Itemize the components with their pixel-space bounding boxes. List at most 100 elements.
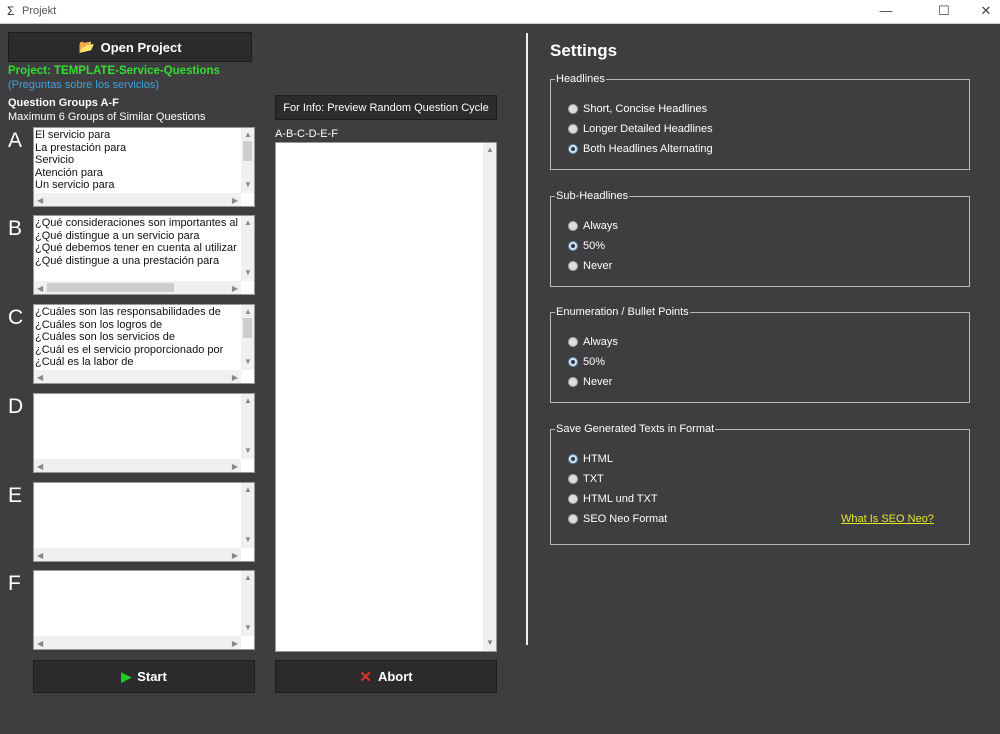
radio-icon[interactable] [568,474,578,484]
vertical-scrollbar[interactable]: ▲ ▼ [241,571,254,636]
preview-text [277,144,482,637]
vertical-scrollbar[interactable]: ▲ ▼ [241,394,254,459]
preview-cycle-button[interactable]: For Info: Preview Random Question Cycle [275,95,497,120]
radio-icon[interactable] [568,494,578,504]
radio-icon[interactable] [568,514,578,524]
question-line: ¿Qué distingue a un servicio para [35,229,200,242]
question-line: Un servicio para [35,179,115,192]
radio-option[interactable]: Never [568,376,612,388]
seo-neo-link[interactable]: What Is SEO Neo? [841,513,934,525]
radio-icon[interactable] [568,144,578,154]
radio-option[interactable]: Short, Concise Headlines [568,103,707,115]
horizontal-scrollbar[interactable]: ◀ ▶ [34,370,241,383]
radio-option[interactable]: TXT [568,473,604,485]
group-letter-e: E [8,484,23,507]
settings-group-1: Sub-Headlines Always 50% Never [550,190,970,287]
start-label: Start [137,669,167,684]
radio-label: Always [583,336,618,348]
lines: ¿Qué consideraciones son importantes al … [35,217,240,280]
radio-option[interactable]: Longer Detailed Headlines [568,123,713,135]
group-c-textarea[interactable]: ¿Cuáles son las responsabilidades de ¿Cuá… [33,304,255,384]
abort-button[interactable]: ✕ Abort [275,660,497,693]
group-legend: Headlines [556,73,605,85]
group-a-textarea[interactable]: El servicio para La prestación para Servic… [33,127,255,207]
settings-group-3: Save Generated Texts in Format HTML TXT HTM… [550,423,970,545]
vertical-scrollbar[interactable]: ▲ ▼ [241,483,254,548]
radio-icon[interactable] [568,241,578,251]
sigma-icon: Σ [7,4,15,18]
project-name: Project: TEMPLATE-Service-Questions [8,65,220,77]
horizontal-scrollbar[interactable]: ◀ ▶ [34,459,241,472]
settings-group-0: Headlines Short, Concise Headlines Longer … [550,73,970,170]
group-b-textarea[interactable]: ¿Qué consideraciones son importantes al … [33,215,255,295]
question-line: ¿Cuáles son los servicios de [35,331,176,344]
group-letter-a: A [8,129,23,152]
radio-icon[interactable] [568,357,578,367]
folder-icon: 📂 [78,39,95,54]
radio-icon[interactable] [568,221,578,231]
maximize-button[interactable]: ☐ [934,3,954,19]
groups-subheading: Maximum 6 Groups of Similar Questions [8,111,206,123]
radio-option[interactable]: HTML [568,453,613,465]
start-button[interactable]: ▶ Start [33,660,255,693]
vertical-scrollbar[interactable]: ▲ ▼ [241,216,254,281]
radio-icon[interactable] [568,261,578,271]
question-line: ¿Cuál es la labor de [35,356,134,369]
minimize-button[interactable]: — [876,3,896,18]
cycle-label: A-B-C-D-E-F [275,128,338,140]
preview-textarea[interactable]: ▲ ▼ [275,142,497,652]
group-letter-f: F [8,572,21,595]
open-project-label: Open Project [100,39,182,55]
radio-option[interactable]: Always [568,220,618,232]
close-button[interactable]: ✕ [976,3,996,19]
question-line: ¿Cuál es el servicio proporcionado por [35,343,224,356]
radio-option[interactable]: Never [568,260,612,272]
radio-icon[interactable] [568,124,578,134]
radio-label: HTML [583,453,613,465]
group-e-textarea[interactable]: ▲ ▼ ◀ ▶ [33,482,255,562]
question-line: ¿Cuáles son los logros de [35,318,163,331]
radio-label: Never [583,376,613,388]
vertical-scrollbar[interactable]: ▲ ▼ [241,128,254,193]
radio-icon[interactable] [568,454,578,464]
settings-title: Settings [550,41,618,60]
window-title: Projekt [22,5,57,17]
horizontal-scrollbar[interactable]: ◀ ▶ [34,636,241,649]
radio-label: Never [583,260,613,272]
radio-option[interactable]: HTML und TXT [568,493,658,505]
horizontal-scrollbar[interactable]: ◀ ▶ [34,281,241,294]
group-letter-b: B [8,217,23,240]
lines [35,572,240,635]
radio-icon[interactable] [568,337,578,347]
horizontal-scrollbar[interactable]: ◀ ▶ [34,548,241,561]
x-icon: ✕ [359,668,372,686]
radio-option[interactable]: 50% [568,356,605,368]
question-line: La prestación para [35,141,127,154]
groups-heading: Question Groups A-F [8,97,119,109]
group-legend: Enumeration / Bullet Points [556,306,689,318]
radio-label: Short, Concise Headlines [583,103,708,115]
lines: ¿Cuáles son las responsabilidades de ¿Cuá… [35,306,240,369]
title-bar: Σ Projekt — ☐ ✕ [0,0,1000,24]
project-subtitle: (Preguntas sobre los servicios) [8,79,160,91]
question-line: ¿Cuáles son las responsabilidades de [35,306,221,318]
radio-label: 50% [583,240,606,252]
question-line: Atención para [35,166,103,179]
lines: El servicio para La prestación para Servic… [35,129,240,192]
question-line: ¿Qué debemos tener en cuenta al utilizar… [35,242,240,255]
radio-option[interactable]: Always [568,336,618,348]
radio-icon[interactable] [568,377,578,387]
group-f-textarea[interactable]: ▲ ▼ ◀ ▶ [33,570,255,650]
abort-label: Abort [377,669,413,684]
group-d-textarea[interactable]: ▲ ▼ ◀ ▶ [33,393,255,473]
vertical-scrollbar[interactable]: ▲ ▼ [241,305,254,370]
question-line: Servicio [35,154,75,167]
horizontal-scrollbar[interactable]: ◀ ▶ [34,193,241,206]
open-project-button[interactable]: 📂 Open Project [8,32,252,62]
radio-option[interactable]: 50% [568,240,605,252]
group-legend: Save Generated Texts in Format [556,423,715,435]
vertical-scrollbar[interactable]: ▲ ▼ [483,143,496,651]
radio-icon[interactable] [568,104,578,114]
radio-option[interactable]: SEO Neo Format [568,513,667,525]
radio-option[interactable]: Both Headlines Alternating [568,143,713,155]
